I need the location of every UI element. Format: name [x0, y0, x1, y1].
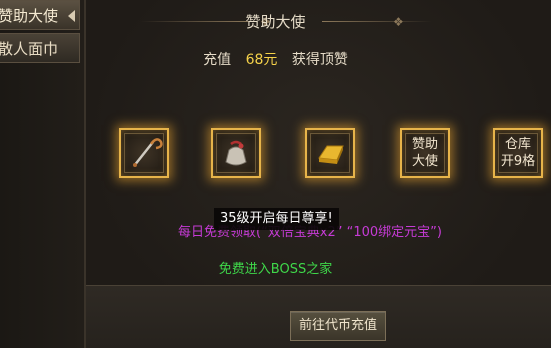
- reward-label-line: 赞助: [411, 137, 438, 152]
- token-recharge-button[interactable]: 前往代币充值: [290, 311, 386, 341]
- staff-icon: [133, 138, 163, 167]
- gold-bar-icon: [318, 145, 344, 164]
- recharge-suffix: 获得顶赞: [291, 52, 348, 68]
- bag-icon: [225, 140, 247, 166]
- reward-label-line: 开9格: [500, 154, 536, 169]
- game-window: 赞助大使 散人面巾 ❖ ❖ 赞助大使 充值 68元 获得顶赞 赞助 大使 仓库 …: [0, 0, 551, 348]
- reward-label-line: 大使: [411, 154, 438, 169]
- reward-label: 仓库 开9格: [495, 136, 541, 170]
- recharge-requirement: 充值 68元 获得顶赞: [0, 49, 551, 69]
- panel-title: 赞助大使: [245, 13, 306, 31]
- recharge-amount: 68元: [245, 52, 278, 68]
- reward-slot-staff[interactable]: [119, 128, 169, 178]
- reward-label-line: 仓库: [504, 137, 531, 152]
- reward-label: 赞助 大使: [402, 136, 448, 170]
- reward-slot-gold-bar[interactable]: [305, 128, 355, 178]
- boss-home-benefit: 免费进入BOSS之家: [218, 262, 333, 277]
- unlock-tooltip: 35级开启每日尊享!: [214, 208, 339, 230]
- reward-slot-bag[interactable]: [211, 128, 261, 178]
- reward-slot-warehouse[interactable]: 仓库 开9格: [493, 128, 543, 178]
- recharge-prefix: 充值: [203, 52, 232, 68]
- reward-slot-sponsor-title[interactable]: 赞助 大使: [400, 128, 450, 178]
